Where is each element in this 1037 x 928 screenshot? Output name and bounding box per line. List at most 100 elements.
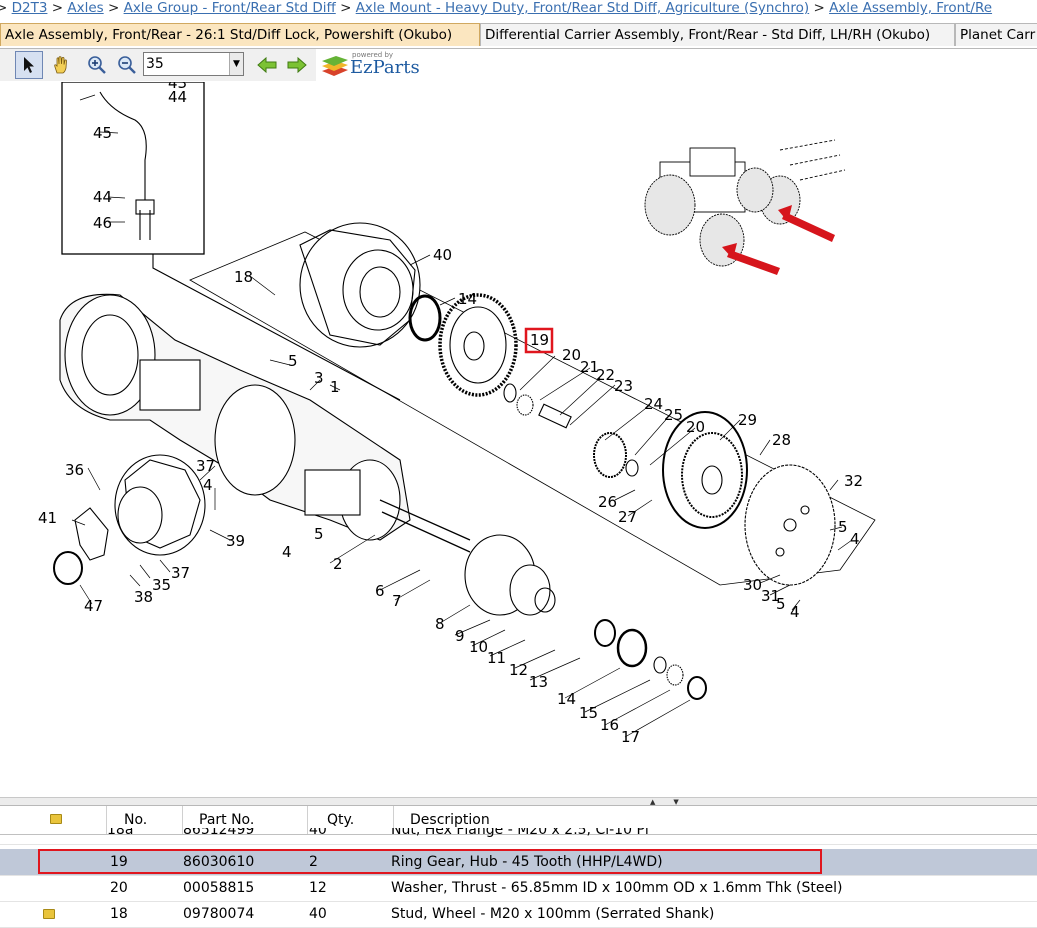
callout-27[interactable]: 27 — [618, 508, 637, 526]
callout-14b[interactable]: 14 — [557, 690, 576, 708]
callout-16[interactable]: 16 — [600, 716, 619, 734]
callout-37[interactable]: 37 — [196, 457, 215, 475]
previous-diagram-button[interactable] — [253, 51, 281, 79]
row-description: Washer, Thrust - 65.85mm ID x 100mm OD x… — [391, 880, 843, 896]
row-note-button[interactable] — [43, 902, 55, 928]
callout-30[interactable]: 30 — [743, 576, 762, 594]
callout-13[interactable]: 13 — [529, 673, 548, 691]
callout-10[interactable]: 10 — [469, 638, 488, 656]
breadcrumb-link-d2t3[interactable]: D2T3 — [12, 0, 48, 16]
thrust-washer-2 — [625, 459, 639, 477]
callout-32[interactable]: 32 — [844, 472, 863, 490]
zoom-level-select[interactable]: ▼ — [143, 52, 244, 76]
callout-20b[interactable]: 20 — [686, 418, 705, 436]
callout-5c[interactable]: 5 — [838, 518, 848, 536]
row-description: Stud, Wheel - M20 x 100mm (Serrated Shan… — [391, 906, 715, 922]
breadcrumb-link-axle-group[interactable]: Axle Group - Front/Rear Std Diff — [124, 0, 336, 16]
zoom-in-icon — [88, 56, 106, 74]
zoom-out-icon — [118, 56, 136, 74]
callout-5d[interactable]: 5 — [776, 595, 786, 613]
callout-45[interactable]: 45 — [93, 124, 112, 142]
tractor-thumbnail — [644, 139, 846, 267]
callout-2[interactable]: 2 — [333, 555, 343, 573]
callout-23[interactable]: 23 — [614, 377, 633, 395]
zoom-level-input[interactable] — [146, 54, 228, 74]
callout-4c[interactable]: 4 — [850, 530, 860, 548]
row-part-no: 09780074 — [183, 906, 255, 922]
callout-47[interactable]: 47 — [84, 597, 103, 615]
callout-46[interactable]: 46 — [93, 214, 112, 232]
callout-12[interactable]: 12 — [509, 661, 528, 679]
bracket — [74, 507, 109, 561]
breadcrumb-link-axle-assembly[interactable]: Axle Assembly, Front/Re — [829, 0, 992, 16]
callout-20[interactable]: 20 — [562, 346, 581, 364]
arrow-right-icon — [287, 56, 307, 74]
retaining-ring — [666, 664, 684, 686]
callout-4d[interactable]: 4 — [790, 603, 800, 621]
ring-gear — [438, 293, 518, 397]
callout-3[interactable]: 3 — [314, 369, 324, 387]
chevron-down-icon[interactable]: ▼ — [229, 53, 243, 75]
callout-17[interactable]: 17 — [621, 728, 640, 746]
callout-15[interactable]: 15 — [579, 704, 598, 722]
callout-4[interactable]: 4 — [203, 476, 213, 494]
seal — [408, 294, 442, 342]
callout-9[interactable]: 9 — [455, 627, 465, 645]
callout-8[interactable]: 8 — [435, 615, 445, 633]
breadcrumb: > D2T3 > Axles > Axle Group - Front/Rear… — [0, 0, 1037, 18]
callout-1[interactable]: 1 — [330, 378, 340, 396]
callout-44[interactable]: 44 — [168, 88, 187, 106]
note-icon[interactable] — [43, 909, 55, 919]
row-no: 18a — [107, 828, 134, 837]
breadcrumb-link-axles[interactable]: Axles — [67, 0, 103, 16]
zoom-in-button[interactable] — [83, 51, 111, 79]
breadcrumb-sep: > — [813, 0, 825, 16]
pointer-tool-button[interactable] — [15, 51, 43, 79]
callout-22[interactable]: 22 — [596, 366, 615, 384]
breadcrumb-link-axle-mount[interactable]: Axle Mount - Heavy Duty, Front/Rear Std … — [356, 0, 809, 16]
callout-14[interactable]: 14 — [458, 290, 477, 308]
callout-44[interactable]: 44 — [93, 188, 112, 206]
callout-40[interactable]: 40 — [433, 246, 452, 264]
pointer-icon — [24, 57, 34, 73]
callout-41[interactable]: 41 — [38, 509, 57, 527]
bearing-cone — [594, 619, 616, 647]
row-part-no: 00058815 — [183, 880, 255, 896]
table-row[interactable]: 18a 86512499 40 Nut, Hex Flange - M20 x … — [0, 828, 1037, 845]
table-row[interactable]: 20 00058815 12 Washer, Thrust - 65.85mm … — [0, 875, 1037, 902]
breadcrumb-sep: > — [107, 0, 120, 16]
zoom-out-button[interactable] — [113, 51, 141, 79]
table-row[interactable]: 18 09780074 40 Stud, Wheel - M20 x 100mm… — [0, 901, 1037, 928]
callout-11[interactable]: 11 — [487, 649, 506, 667]
callout-38[interactable]: 38 — [134, 588, 153, 606]
tab-axle-assembly[interactable]: Axle Assembly, Front/Rear - 26:1 Std/Dif… — [0, 23, 480, 46]
callout-29[interactable]: 29 — [738, 411, 757, 429]
callout-25[interactable]: 25 — [664, 406, 683, 424]
callout-26[interactable]: 26 — [598, 493, 617, 511]
tab-planet-carrier[interactable]: Planet Carr — [955, 23, 1037, 46]
callout-18[interactable]: 18 — [234, 268, 253, 286]
callout-4b[interactable]: 4 — [282, 543, 292, 561]
callout-36[interactable]: 36 — [65, 461, 84, 479]
row-qty: 12 — [309, 880, 327, 896]
callout-35[interactable]: 35 — [152, 576, 171, 594]
callout-6[interactable]: 6 — [375, 582, 385, 600]
exploded-parts-diagram[interactable]: 43 44 45 44 46 40 18 14 19 20 21 22 23 2… — [0, 82, 1037, 794]
planet-gear — [593, 432, 627, 478]
callout-5[interactable]: 5 — [288, 352, 298, 370]
callout-39[interactable]: 39 — [226, 532, 245, 550]
pan-tool-button[interactable] — [47, 51, 75, 79]
callout-28[interactable]: 28 — [772, 431, 791, 449]
callout-37b[interactable]: 37 — [171, 564, 190, 582]
callout-24[interactable]: 24 — [644, 395, 663, 413]
callout-19[interactable]: 19 — [530, 331, 549, 349]
planet-pin — [538, 403, 572, 429]
callout-7[interactable]: 7 — [392, 592, 402, 610]
diagram-tabs: Axle Assembly, Front/Rear - 26:1 Std/Dif… — [0, 23, 1037, 49]
callout-5b[interactable]: 5 — [314, 525, 324, 543]
tab-differential-carrier[interactable]: Differential Carrier Assembly, Front/Rea… — [480, 23, 955, 46]
o-ring — [53, 551, 83, 585]
row-part-no: 86512499 — [183, 828, 255, 837]
next-diagram-button[interactable] — [283, 51, 311, 79]
ezparts-logo: powered by EzParts — [320, 51, 430, 82]
